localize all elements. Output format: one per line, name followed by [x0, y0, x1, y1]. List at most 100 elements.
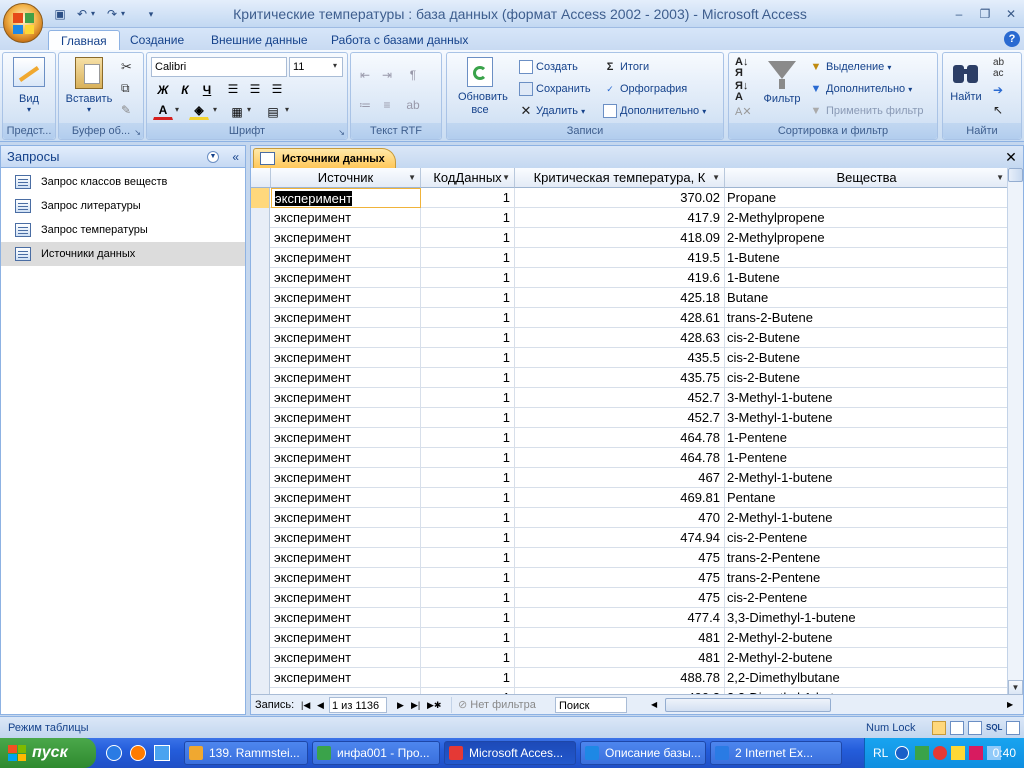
- highlight-icon[interactable]: ab: [403, 95, 423, 113]
- cell-source[interactable]: эксперимент: [271, 188, 421, 208]
- cell-data-code[interactable]: 1: [421, 368, 515, 388]
- nav-item-query[interactable]: Запрос классов веществ: [1, 170, 245, 194]
- close-button[interactable]: ✕: [998, 5, 1024, 23]
- italic-button[interactable]: К: [175, 80, 195, 98]
- cell-critical-temp[interactable]: 477.4: [515, 608, 725, 628]
- cell-critical-temp[interactable]: 417.9: [515, 208, 725, 228]
- chevron-down-icon[interactable]: ▼: [712, 168, 720, 188]
- table-row[interactable]: эксперимент 1 419.6 1-Butene: [251, 268, 1009, 288]
- cell-data-code[interactable]: 1: [421, 208, 515, 228]
- cell-substance[interactable]: 2,2-Dimethylbutane: [725, 668, 1009, 688]
- cell-substance[interactable]: 2-Methylpropene: [725, 208, 1009, 228]
- save-record-button[interactable]: Сохранить: [519, 80, 591, 98]
- cell-critical-temp[interactable]: 481: [515, 648, 725, 668]
- cell-substance[interactable]: 1-Butene: [725, 248, 1009, 268]
- delete-record-button[interactable]: ✕ Удалить ▾: [519, 102, 586, 120]
- help-icon[interactable]: ?: [1004, 31, 1020, 47]
- cell-source[interactable]: эксперимент: [271, 608, 421, 628]
- cell-source[interactable]: эксперимент: [271, 488, 421, 508]
- more-records-button[interactable]: Дополнительно ▾: [603, 102, 706, 120]
- apply-filter-button[interactable]: ▼ Применить фильтр: [809, 102, 924, 120]
- nav-item-query[interactable]: Запрос температуры: [1, 218, 245, 242]
- cell-substance[interactable]: cis-2-Butene: [725, 368, 1009, 388]
- copy-icon[interactable]: ⧉: [121, 81, 130, 96]
- ie-quicklaunch-icon[interactable]: [106, 745, 122, 761]
- totals-button[interactable]: Σ Итоги: [603, 58, 649, 76]
- cell-critical-temp[interactable]: 419.5: [515, 248, 725, 268]
- language-indicator[interactable]: RL: [873, 738, 888, 768]
- row-selector[interactable]: [251, 528, 270, 548]
- cell-substance[interactable]: trans-2-Pentene: [725, 568, 1009, 588]
- chevron-down-icon[interactable]: ▼: [408, 168, 416, 188]
- tray-antivirus-icon[interactable]: [933, 746, 947, 760]
- new-record-nav-icon[interactable]: ▶✱: [427, 697, 441, 713]
- paragraph-icon[interactable]: ¶: [403, 65, 423, 83]
- row-selector[interactable]: [251, 388, 270, 408]
- row-selector[interactable]: [251, 588, 270, 608]
- cell-critical-temp[interactable]: 464.78: [515, 428, 725, 448]
- cell-source[interactable]: эксперимент: [271, 408, 421, 428]
- table-row[interactable]: эксперимент 1 370.02 Propane: [251, 188, 1009, 208]
- row-selector[interactable]: [251, 288, 270, 308]
- cell-source[interactable]: эксперимент: [271, 628, 421, 648]
- cell-substance[interactable]: 2-Methyl-2-butene: [725, 648, 1009, 668]
- cell-substance[interactable]: 1-Butene: [725, 268, 1009, 288]
- numbering-icon[interactable]: ≡: [377, 95, 397, 113]
- dialog-launcher-icon[interactable]: ↘: [338, 128, 345, 137]
- bold-button[interactable]: Ж: [153, 80, 173, 98]
- cell-source[interactable]: эксперимент: [271, 228, 421, 248]
- cell-data-code[interactable]: 1: [421, 308, 515, 328]
- cell-critical-temp[interactable]: 370.02: [515, 188, 725, 208]
- row-selector[interactable]: [251, 648, 270, 668]
- cell-data-code[interactable]: 1: [421, 388, 515, 408]
- dialog-launcher-icon[interactable]: ↘: [134, 128, 141, 137]
- row-selector[interactable]: [251, 468, 270, 488]
- chevron-down-icon[interactable]: ▼: [502, 168, 510, 188]
- chevron-down-icon[interactable]: ▾: [175, 105, 179, 114]
- next-record-icon[interactable]: ▶: [397, 697, 404, 713]
- tray-misc-icon[interactable]: [969, 746, 983, 760]
- cell-data-code[interactable]: 1: [421, 648, 515, 668]
- table-row[interactable]: эксперимент 1 481 2-Methyl-2-butene: [251, 648, 1009, 668]
- chevron-down-icon[interactable]: ▼: [996, 168, 1004, 188]
- cell-critical-temp[interactable]: 467: [515, 468, 725, 488]
- cut-icon[interactable]: ✂: [121, 59, 132, 75]
- tray-app-icon[interactable]: [915, 746, 929, 760]
- table-row[interactable]: эксперимент 1 418.09 2-Methylpropene: [251, 228, 1009, 248]
- row-selector[interactable]: [251, 548, 270, 568]
- column-header-substances[interactable]: Вещества ▼: [725, 168, 1009, 188]
- table-row[interactable]: эксперимент 1 452.7 3-Methyl-1-butene: [251, 408, 1009, 428]
- row-selector[interactable]: [251, 188, 270, 208]
- row-selector[interactable]: [251, 628, 270, 648]
- cell-data-code[interactable]: 1: [421, 448, 515, 468]
- tab-external-data[interactable]: Внешние данные: [199, 30, 320, 50]
- tab-home[interactable]: Главная: [48, 30, 120, 51]
- goto-icon[interactable]: ➔: [993, 83, 1003, 97]
- cell-critical-temp[interactable]: 469.81: [515, 488, 725, 508]
- datasheet-view-icon[interactable]: [932, 721, 946, 735]
- cell-data-code[interactable]: 1: [421, 328, 515, 348]
- fill-color-icon[interactable]: ◈: [189, 102, 209, 120]
- cell-source[interactable]: эксперимент: [271, 248, 421, 268]
- cell-critical-temp[interactable]: 428.63: [515, 328, 725, 348]
- tab-create[interactable]: Создание: [118, 30, 196, 50]
- select-all-corner[interactable]: [251, 168, 271, 188]
- row-selector[interactable]: [251, 368, 270, 388]
- cell-data-code[interactable]: 1: [421, 668, 515, 688]
- font-name-select[interactable]: Calibri: [151, 57, 287, 77]
- cell-source[interactable]: эксперимент: [271, 468, 421, 488]
- cell-data-code[interactable]: 1: [421, 608, 515, 628]
- cell-source[interactable]: эксперимент: [271, 428, 421, 448]
- bullets-icon[interactable]: ≔: [355, 95, 375, 113]
- row-selector[interactable]: [251, 668, 270, 688]
- close-document-icon[interactable]: ✕: [1003, 148, 1019, 166]
- horizontal-scroll-thumb[interactable]: [665, 698, 831, 712]
- row-selector[interactable]: [251, 268, 270, 288]
- table-row[interactable]: эксперимент 1 475 trans-2-Pentene: [251, 568, 1009, 588]
- scroll-thumb[interactable]: [1008, 168, 1023, 182]
- table-row[interactable]: эксперимент 1 469.81 Pentane: [251, 488, 1009, 508]
- row-selector[interactable]: [251, 308, 270, 328]
- cell-data-code[interactable]: 1: [421, 468, 515, 488]
- customize-qat-icon[interactable]: ▾: [146, 6, 156, 22]
- cell-critical-temp[interactable]: 428.61: [515, 308, 725, 328]
